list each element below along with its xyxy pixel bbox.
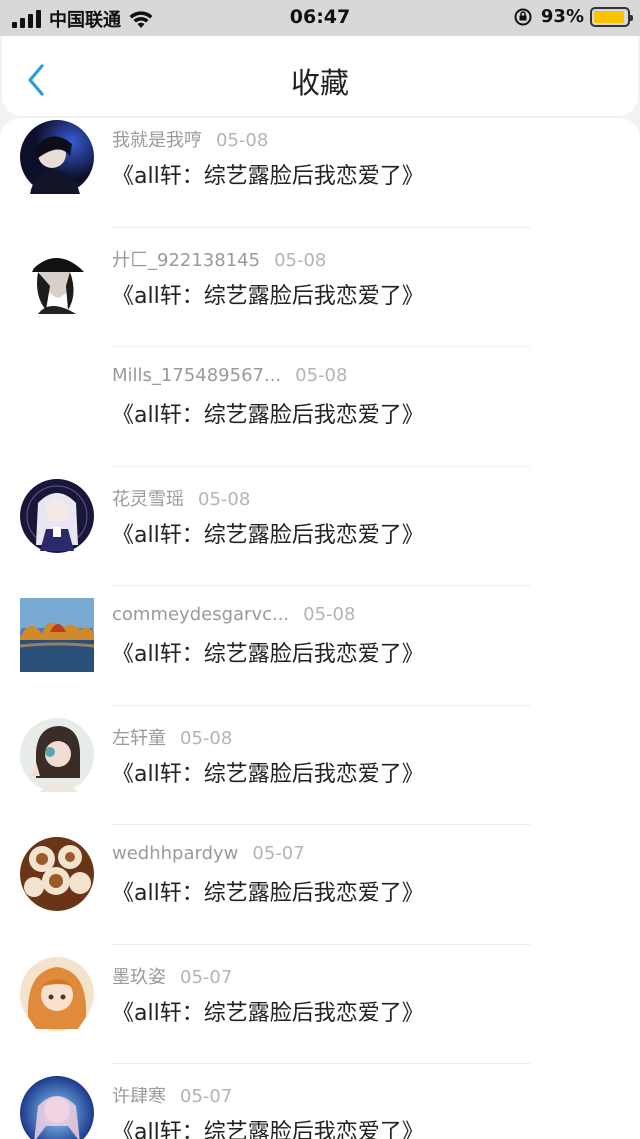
item-meta: 我就是我哼 05-08 [112, 126, 268, 152]
page-title: 收藏 [290, 66, 349, 100]
item-meta: 廾匚_922138145 05-08 [112, 246, 326, 272]
book-title[interactable]: 《all轩：综艺露脸后我恋爱了》 [112, 517, 424, 549]
item-date: 05-08 [303, 604, 356, 625]
avatar[interactable] [20, 239, 94, 314]
user-name[interactable]: 廾匚_922138145 [112, 250, 260, 271]
item-date: 05-08 [274, 249, 327, 271]
user-name[interactable]: Mills_175489567... [112, 365, 281, 386]
user-name[interactable]: 左轩童 [112, 728, 166, 749]
item-date: 05-08 [180, 727, 233, 749]
item-meta: Mills_175489567... 05-08 [112, 365, 347, 386]
avatar[interactable] [20, 478, 94, 553]
avatar[interactable] [20, 1076, 94, 1139]
battery-percent: 93% [540, 6, 584, 27]
avatar[interactable] [20, 956, 94, 1031]
user-name[interactable]: 花灵雪瑶 [112, 489, 184, 510]
user-name[interactable]: 许肆寒 [112, 1086, 166, 1107]
list-item[interactable]: 花灵雪瑶 05-08 《all轩：综艺露脸后我恋爱了》 [0, 467, 640, 586]
nav-bar: 收藏 [2, 36, 638, 116]
item-meta: 左轩童 05-08 [112, 724, 232, 750]
book-title[interactable]: 《all轩：综艺露脸后我恋爱了》 [112, 158, 424, 190]
list-item[interactable]: 墨玖姿 05-07 《all轩：综艺露脸后我恋爱了》 [0, 945, 640, 1064]
list-item[interactable]: 左轩童 05-08 《all轩：综艺露脸后我恋爱了》 [0, 706, 640, 825]
item-date: 05-08 [198, 488, 251, 510]
book-title[interactable]: 《all轩：综艺露脸后我恋爱了》 [112, 875, 424, 907]
avatar[interactable] [19, 598, 95, 672]
battery-icon [590, 6, 633, 27]
item-date: 05-07 [180, 1086, 233, 1107]
book-title[interactable]: 《all轩：综艺露脸后我恋爱了》 [112, 278, 424, 310]
book-title[interactable]: 《all轩：综艺露脸后我恋爱了》 [112, 995, 424, 1027]
avatar[interactable] [20, 717, 94, 792]
item-meta: wedhhpardyw 05-07 [112, 843, 305, 864]
avatar[interactable] [20, 837, 94, 911]
list-item[interactable]: Mills_175489567... 05-08 《all轩：综艺露脸后我恋爱了》 [0, 347, 640, 467]
list-item[interactable]: wedhhpardyw 05-07 《all轩：综艺露脸后我恋爱了》 [0, 825, 640, 945]
rotation-lock-icon [514, 8, 532, 25]
user-name[interactable]: 墨玖姿 [112, 967, 166, 988]
item-meta: 墨玖姿 05-07 [112, 963, 232, 989]
item-date: 05-07 [252, 843, 305, 864]
list-item[interactable]: 廾匚_922138145 05-08 《all轩：综艺露脸后我恋爱了》 [0, 228, 640, 347]
user-name[interactable]: wedhhpardyw [112, 843, 238, 864]
user-name[interactable]: 我就是我哼 [112, 130, 202, 151]
battery-level [594, 10, 624, 23]
status-bar: 中国联通 06:47 93% [0, 0, 640, 36]
item-meta: commeydesgarvc... 05-08 [112, 604, 355, 625]
book-title[interactable]: 《all轩：综艺露脸后我恋爱了》 [112, 397, 424, 429]
item-date: 05-08 [216, 130, 269, 151]
item-meta: 花灵雪瑶 05-08 [112, 485, 250, 511]
item-date: 05-08 [295, 365, 348, 386]
avatar[interactable] [20, 120, 94, 194]
item-date: 05-07 [180, 966, 233, 988]
favorites-list: 我就是我哼 05-08 《all轩：综艺露脸后我恋爱了》 廾匚_922138145 05… [0, 118, 640, 1139]
list-item[interactable]: 我就是我哼 05-08 《all轩：综艺露脸后我恋爱了》 [0, 118, 640, 228]
list-item[interactable]: 许肆寒 05-07 《all轩：综艺露脸后我恋爱了》 [0, 1064, 640, 1139]
user-name[interactable]: commeydesgarvc... [112, 604, 289, 625]
status-right: 93% [513, 6, 633, 27]
avatar[interactable] [20, 359, 94, 433]
item-meta: 许肆寒 05-07 [112, 1082, 232, 1108]
book-title[interactable]: 《all轩：综艺露脸后我恋爱了》 [112, 636, 424, 668]
book-title[interactable]: 《all轩：综艺露脸后我恋爱了》 [112, 756, 424, 788]
list-item[interactable]: commeydesgarvc... 05-08 《all轩：综艺露脸后我恋爱了》 [0, 586, 640, 706]
book-title[interactable]: 《all轩：综艺露脸后我恋爱了》 [112, 1114, 424, 1139]
